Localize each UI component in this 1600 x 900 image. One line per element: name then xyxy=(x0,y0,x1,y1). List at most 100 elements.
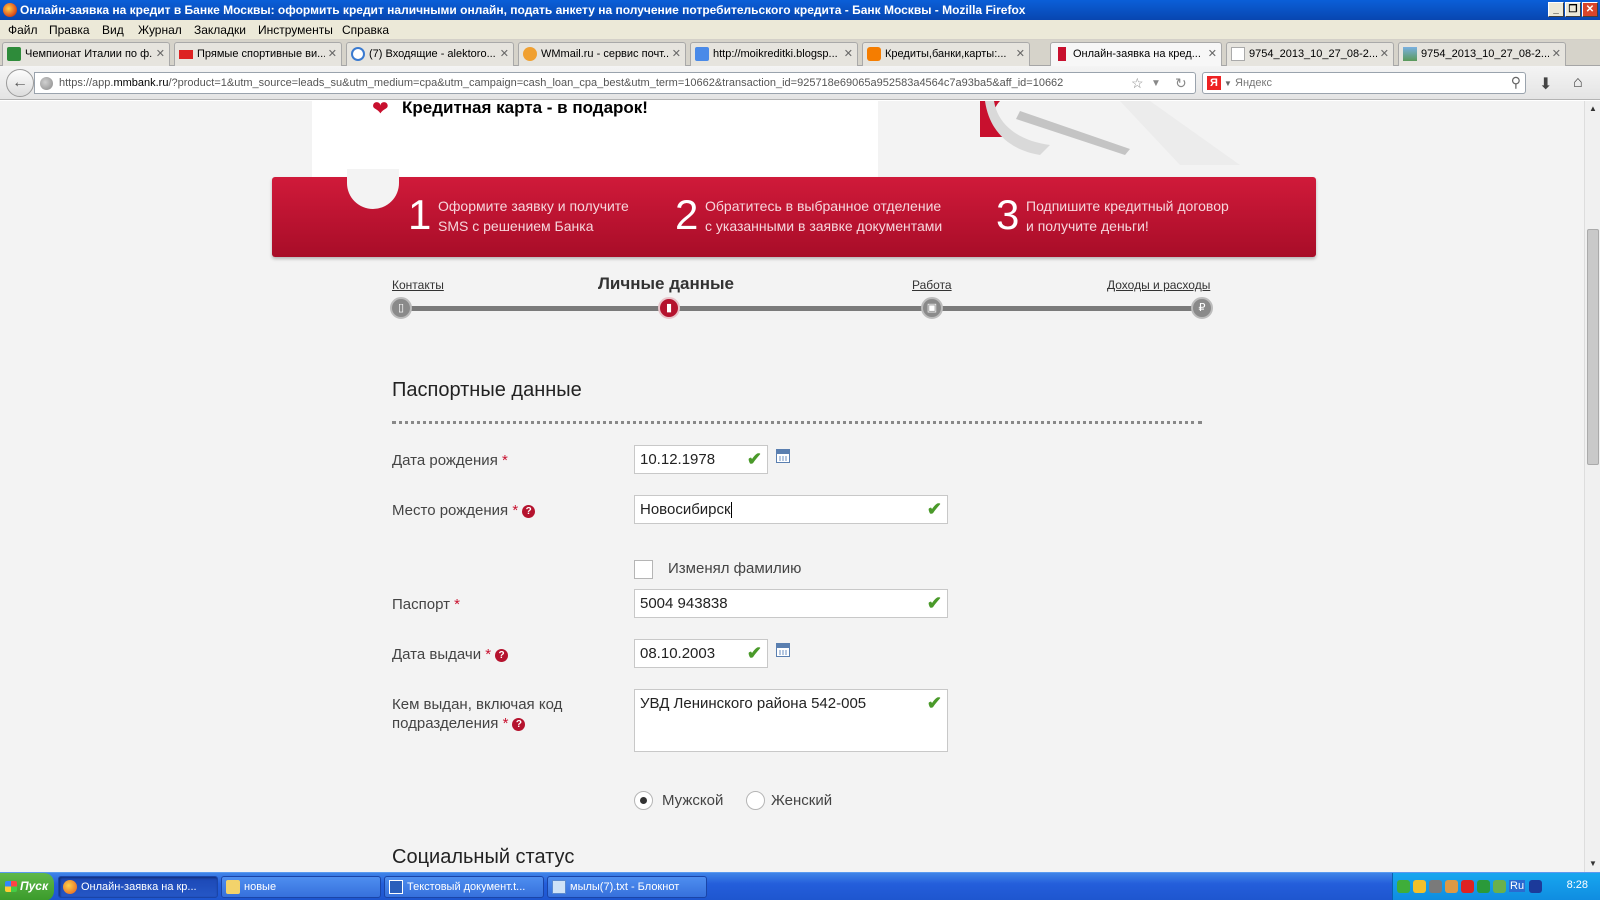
step-text: с указанными в заявке документами xyxy=(705,218,943,234)
close-tab-icon[interactable]: ✕ xyxy=(1552,43,1561,65)
tray-icon[interactable] xyxy=(1461,880,1474,893)
tray-icon[interactable] xyxy=(1477,880,1490,893)
search-icon[interactable]: ⚲ xyxy=(1511,74,1521,91)
section-title-social: Социальный статус xyxy=(392,846,575,868)
vertical-scrollbar[interactable]: ▲ ▼ xyxy=(1584,101,1600,872)
menu-tools[interactable]: Инструменты xyxy=(258,23,333,37)
tab-2[interactable]: Прямые спортивные ви... ✕ xyxy=(174,42,342,66)
start-button[interactable]: Пуск xyxy=(0,873,54,900)
football-icon xyxy=(7,47,21,61)
taskbar-folder[interactable]: новые xyxy=(221,876,381,898)
scroll-up-icon[interactable]: ▲ xyxy=(1586,102,1600,116)
tab-label: 9754_2013_10_27_08-2... xyxy=(1249,48,1377,60)
back-arrow-icon[interactable]: ← xyxy=(6,69,34,97)
tray-icon[interactable] xyxy=(1445,880,1458,893)
close-button[interactable]: ✕ xyxy=(1582,2,1598,17)
calendar-icon[interactable] xyxy=(776,643,790,657)
tray-icon[interactable] xyxy=(1529,880,1542,893)
passport-input[interactable]: 5004 943838 ✔ xyxy=(634,589,948,618)
menu-help[interactable]: Справка xyxy=(342,23,389,37)
menu-history[interactable]: Журнал xyxy=(138,23,182,37)
changed-name-label[interactable]: Изменял фамилию xyxy=(668,560,801,577)
menu-bookmarks[interactable]: Закладки xyxy=(194,23,246,37)
heart-check-icon: ❤ xyxy=(372,101,389,120)
window-title: Онлайн-заявка на кредит в Банке Москвы: … xyxy=(20,3,1026,17)
menu-edit[interactable]: Правка xyxy=(49,23,90,37)
close-tab-icon[interactable]: ✕ xyxy=(844,43,853,65)
page-icon xyxy=(1231,47,1245,61)
tab-9[interactable]: 9754_2013_10_27_08-2... ✕ xyxy=(1398,42,1566,66)
minimize-button[interactable]: _ xyxy=(1548,2,1564,17)
gender-female-label[interactable]: Женский xyxy=(771,792,832,809)
lock-icon: ▮ xyxy=(658,297,680,319)
tab-5[interactable]: http://moikreditki.blogsp... ✕ xyxy=(690,42,858,66)
language-indicator[interactable]: Ru xyxy=(1509,880,1526,892)
gender-male-label[interactable]: Мужской xyxy=(662,792,723,809)
scroll-down-icon[interactable]: ▼ xyxy=(1586,857,1600,871)
tab-6[interactable]: Кредиты,банки,карты:... ✕ xyxy=(862,42,1030,66)
close-tab-icon[interactable]: ✕ xyxy=(156,43,165,65)
menu-file[interactable]: Файл xyxy=(8,23,38,37)
label-birth-date: Дата рождения * xyxy=(392,452,508,469)
step-number: 2 xyxy=(675,191,699,238)
tray-icon[interactable] xyxy=(1413,880,1426,893)
help-icon[interactable]: ? xyxy=(495,648,509,662)
help-icon[interactable]: ? xyxy=(512,717,526,731)
progress-label[interactable]: Доходы и расходы xyxy=(1107,278,1210,292)
close-tab-icon[interactable]: ✕ xyxy=(1380,43,1389,65)
taskbar-notepad[interactable]: мылы(7).txt - Блокнот xyxy=(547,876,707,898)
reload-icon[interactable]: ↻ xyxy=(1175,75,1187,92)
maximize-button[interactable]: ❐ xyxy=(1565,2,1581,17)
steps-banner: 1 Оформите заявку и получите SMS с решен… xyxy=(272,169,1316,257)
text-cursor xyxy=(730,502,732,519)
tab-1[interactable]: Чемпионат Италии по ф... ✕ xyxy=(2,42,170,66)
progress-label[interactable]: Контакты xyxy=(392,278,444,292)
url-text[interactable]: https://app.mmbank.ru/?product=1&utm_sou… xyxy=(59,77,1139,89)
required-mark: * xyxy=(454,596,460,613)
tab-7-active[interactable]: Онлайн-заявка на кред... ✕ xyxy=(1050,42,1222,67)
issue-date-input[interactable]: 08.10.2003 ✔ xyxy=(634,639,768,668)
tab-4[interactable]: WMmail.ru - сервис почт... ✕ xyxy=(518,42,686,66)
gender-female-radio[interactable] xyxy=(746,791,765,810)
url-bar[interactable]: https://app.mmbank.ru/?product=1&utm_sou… xyxy=(34,72,1196,94)
close-tab-icon[interactable]: ✕ xyxy=(500,43,509,65)
birth-date-input[interactable]: 10.12.1978 ✔ xyxy=(634,445,768,474)
gender-male-radio[interactable] xyxy=(634,791,653,810)
help-icon[interactable]: ? xyxy=(522,504,536,518)
required-mark: * xyxy=(502,715,509,732)
birth-place-input[interactable]: Новосибирск ✔ xyxy=(634,495,948,524)
scroll-thumb[interactable] xyxy=(1587,229,1599,465)
menu-view[interactable]: Вид xyxy=(102,23,124,37)
taskbar-firefox[interactable]: Онлайн-заявка на кр... xyxy=(58,876,218,898)
home-icon[interactable]: ⌂ xyxy=(1573,74,1583,92)
engine-dropdown-icon[interactable]: ▼ xyxy=(1224,79,1232,88)
issued-by-textarea[interactable]: УВД Ленинского района 542-005 ✔ xyxy=(634,689,948,752)
live-icon xyxy=(179,50,193,59)
yandex-icon[interactable]: Я xyxy=(1207,76,1221,90)
dropdown-arrow-icon[interactable]: ▼ xyxy=(1151,78,1161,89)
tray-icon[interactable] xyxy=(1429,880,1442,893)
bookmark-star-icon[interactable]: ☆ xyxy=(1131,75,1144,92)
taskbar-document[interactable]: Текстовый документ.t... xyxy=(384,876,544,898)
tray-icon[interactable] xyxy=(1493,880,1506,893)
calendar-icon[interactable] xyxy=(776,449,790,463)
check-icon: ✔ xyxy=(746,449,762,469)
tab-8[interactable]: 9754_2013_10_27_08-2... ✕ xyxy=(1226,42,1394,66)
close-tab-icon[interactable]: ✕ xyxy=(328,43,337,65)
close-tab-icon[interactable]: ✕ xyxy=(1208,43,1217,65)
changed-name-checkbox[interactable] xyxy=(634,560,653,579)
tray-icon[interactable] xyxy=(1397,880,1410,893)
close-tab-icon[interactable]: ✕ xyxy=(1016,43,1025,65)
tab-strip: Чемпионат Италии по ф... ✕ Прямые спорти… xyxy=(0,40,1600,101)
notepad-icon xyxy=(552,880,566,894)
close-tab-icon[interactable]: ✕ xyxy=(672,43,681,65)
download-icon[interactable]: ⬇ xyxy=(1539,74,1552,94)
check-icon: ✔ xyxy=(746,643,762,663)
tab-3[interactable]: (7) Входящие - alektoro... ✕ xyxy=(346,42,514,66)
step-number: 1 xyxy=(408,191,432,238)
search-bar[interactable]: Я ▼ Яндекс ⚲ xyxy=(1202,72,1526,94)
label-birth-place: Место рождения *? xyxy=(392,501,536,520)
mail-icon xyxy=(351,47,365,61)
progress-label[interactable]: Работа xyxy=(912,278,952,292)
clock[interactable]: 8:28 xyxy=(1567,879,1588,891)
